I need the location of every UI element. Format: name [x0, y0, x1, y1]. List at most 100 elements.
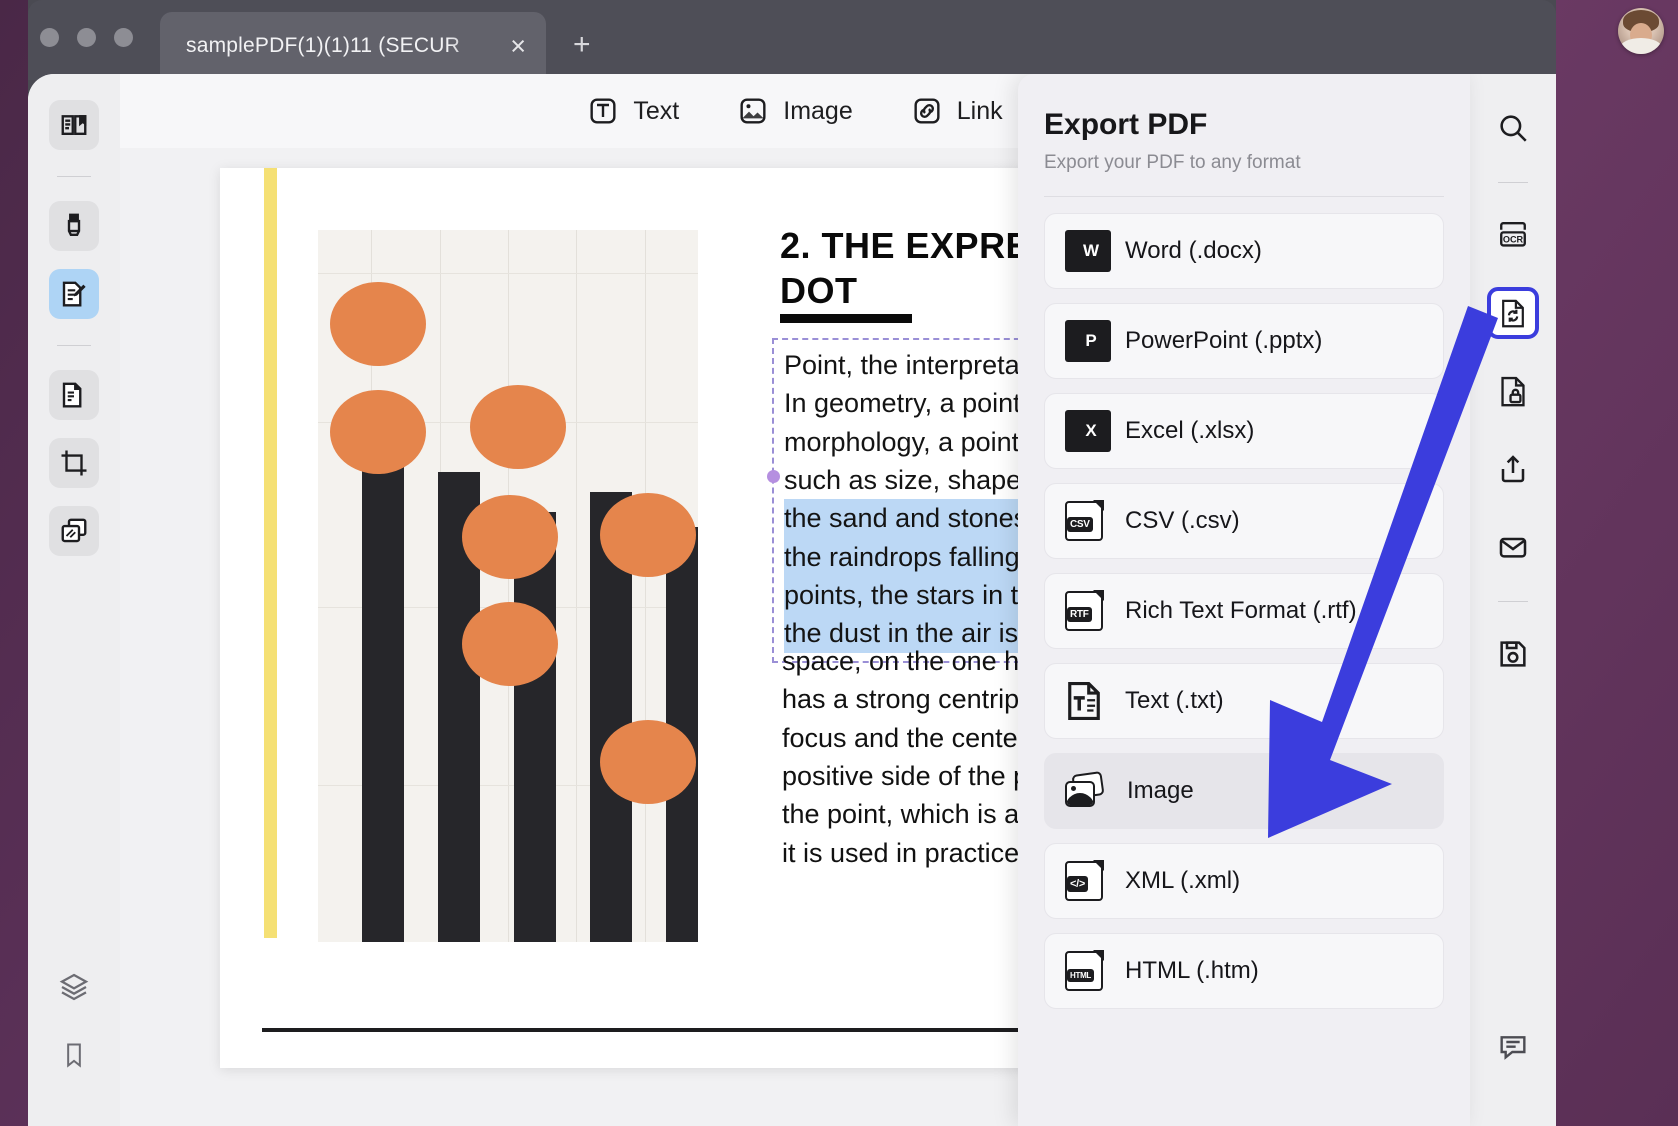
right-item-ocr[interactable]: OCR	[1487, 209, 1539, 261]
left-toolbar	[28, 74, 120, 1126]
export-format-label: PowerPoint (.pptx)	[1125, 327, 1323, 354]
right-item-search[interactable]	[1487, 102, 1539, 154]
right-rail-divider-2	[1498, 601, 1528, 602]
txt-file-icon	[1065, 680, 1103, 722]
annotate-edit-icon	[59, 279, 89, 309]
export-format-label: CSV (.csv)	[1125, 507, 1240, 534]
toolbar-item-text-label: Text	[633, 96, 680, 125]
comment-icon	[1497, 1030, 1529, 1062]
right-item-save[interactable]	[1487, 628, 1539, 680]
excel-file-icon: X	[1065, 410, 1111, 452]
right-toolbar: OCR	[1470, 74, 1556, 1126]
right-rail-divider-1	[1498, 182, 1528, 183]
export-pdf-panel: Export PDF Export your PDF to any format…	[1018, 74, 1470, 1126]
bookmark-icon	[60, 1041, 88, 1069]
export-format-label: XML (.xml)	[1125, 867, 1241, 894]
window-controls	[40, 28, 133, 47]
app-window: samplePDF(1)(1)11 (SECUR × + Text Image …	[28, 0, 1556, 1126]
reader-view-icon	[59, 110, 89, 140]
artwork-dot	[600, 720, 696, 804]
export-format-word[interactable]: W Word (.docx)	[1044, 213, 1444, 289]
app-body: Text Image Link 2. THE EXPRE DOT Point, …	[28, 74, 1556, 1126]
export-format-image[interactable]: Image	[1044, 753, 1444, 829]
search-icon	[1496, 111, 1530, 145]
artwork-dot	[462, 495, 558, 579]
artwork-dot	[470, 385, 566, 469]
export-format-label: Word (.docx)	[1125, 237, 1262, 264]
right-item-convert-export[interactable]	[1487, 287, 1539, 339]
toolbar-item-link[interactable]: Link	[911, 95, 1003, 127]
toolbar-item-image[interactable]: Image	[737, 95, 853, 127]
export-format-xml[interactable]: </> XML (.xml)	[1044, 843, 1444, 919]
organize-pages-icon	[59, 380, 89, 410]
export-format-txt[interactable]: Text (.txt)	[1044, 663, 1444, 739]
share-upload-icon	[1497, 453, 1529, 485]
sidebar-item-layers[interactable]	[49, 962, 99, 1012]
left-rail-bottom	[49, 962, 99, 1126]
ocr-icon: OCR	[1496, 218, 1530, 252]
artwork-dot	[462, 602, 558, 686]
image-file-icon	[1065, 771, 1105, 809]
selection-anchor-handle[interactable]	[767, 470, 780, 483]
artwork-dot	[330, 282, 426, 366]
export-format-rtf[interactable]: RTF Rich Text Format (.rtf)	[1044, 573, 1444, 649]
maximize-window-button[interactable]	[114, 28, 133, 47]
link-icon	[911, 95, 943, 127]
csv-file-icon: CSV	[1065, 500, 1104, 541]
export-format-label: Rich Text Format (.rtf)	[1125, 597, 1357, 624]
sidebar-item-crop-page[interactable]	[49, 438, 99, 488]
close-icon[interactable]: ×	[510, 32, 526, 60]
export-format-excel[interactable]: X Excel (.xlsx)	[1044, 393, 1444, 469]
toolbar-item-link-label: Link	[956, 96, 1003, 125]
right-item-email[interactable]	[1487, 521, 1539, 573]
save-icon	[1497, 638, 1529, 670]
sidebar-item-reader-view[interactable]	[49, 100, 99, 150]
minimize-window-button[interactable]	[77, 28, 96, 47]
sidebar-item-watermark[interactable]	[49, 506, 99, 556]
right-rail-bottom	[1487, 1020, 1539, 1126]
export-format-label: Excel (.xlsx)	[1125, 417, 1255, 444]
export-format-csv[interactable]: CSV CSV (.csv)	[1044, 483, 1444, 559]
layers-icon	[58, 971, 90, 1003]
document-tab[interactable]: samplePDF(1)(1)11 (SECUR ×	[160, 12, 546, 80]
image-icon	[737, 95, 769, 127]
export-panel-divider	[1044, 196, 1444, 197]
document-artwork[interactable]	[318, 230, 698, 942]
toolbar-item-image-label: Image	[783, 96, 853, 125]
right-item-protect[interactable]	[1487, 365, 1539, 417]
export-format-label: Image	[1127, 777, 1194, 804]
left-rail-divider-2	[57, 345, 91, 346]
export-panel-subtitle: Export your PDF to any format	[1044, 152, 1301, 173]
document-heading: 2. THE EXPRE DOT	[780, 223, 1031, 323]
convert-export-icon	[1498, 298, 1528, 328]
artwork-dot	[600, 493, 696, 577]
left-rail-divider-1	[57, 176, 91, 177]
sidebar-item-organize-pages[interactable]	[49, 370, 99, 420]
rtf-file-icon: RTF	[1065, 590, 1104, 631]
sidebar-item-bookmark[interactable]	[49, 1030, 99, 1080]
html-file-icon: HTML	[1065, 950, 1104, 991]
export-format-html[interactable]: HTML HTML (.htm)	[1044, 933, 1444, 1009]
text-box-icon	[587, 95, 619, 127]
xml-file-icon: </>	[1065, 860, 1104, 901]
sidebar-item-annotate-edit[interactable]	[49, 269, 99, 319]
protect-lock-icon	[1497, 375, 1529, 407]
toolbar-item-text[interactable]: Text	[587, 95, 679, 127]
right-item-share[interactable]	[1487, 443, 1539, 495]
export-format-label: HTML (.htm)	[1125, 957, 1259, 984]
title-bar: samplePDF(1)(1)11 (SECUR × +	[28, 0, 1556, 80]
right-item-comment[interactable]	[1487, 1020, 1539, 1072]
close-window-button[interactable]	[40, 28, 59, 47]
crop-page-icon	[59, 448, 89, 478]
avatar[interactable]	[1618, 8, 1664, 54]
document-heading-line-1: 2. THE EXPRE	[780, 225, 1031, 266]
export-panel-title: Export PDF	[1044, 108, 1208, 141]
watermark-icon	[59, 516, 89, 546]
document-tab-title: samplePDF(1)(1)11 (SECUR	[186, 34, 460, 57]
sidebar-item-highlighter[interactable]	[49, 201, 99, 251]
artwork-stripe	[362, 442, 404, 942]
export-format-powerpoint[interactable]: P PowerPoint (.pptx)	[1044, 303, 1444, 379]
avatar-shoulders	[1620, 38, 1662, 54]
svg-text:OCR: OCR	[1503, 234, 1524, 244]
new-tab-button[interactable]: +	[573, 28, 591, 62]
